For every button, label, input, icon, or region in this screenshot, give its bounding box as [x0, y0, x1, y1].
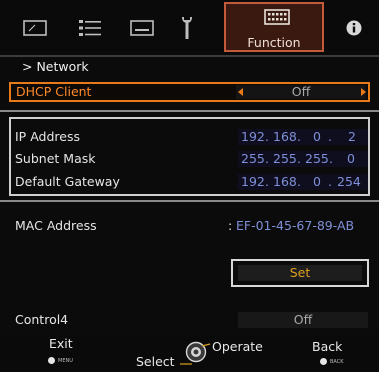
subnet-octet-4: 0: [347, 151, 355, 166]
gateway-octet-4: 254: [337, 174, 361, 189]
exit-label: Exit: [49, 336, 73, 351]
picture-icon: [23, 19, 47, 36]
dhcp-client-value-box[interactable]: Off: [236, 85, 366, 99]
screen-icon: [130, 19, 154, 36]
mac-address-colon: :: [228, 218, 233, 233]
ip-dot: .: [265, 174, 269, 189]
default-gateway-field[interactable]: 192 . 168 . 0 . 254: [238, 174, 368, 190]
tab-installation[interactable]: [162, 0, 212, 55]
breadcrumb: > Network: [0, 57, 379, 76]
set-button[interactable]: Set: [231, 259, 369, 287]
dial-knob-icon[interactable]: [178, 340, 212, 368]
gateway-octet-3: 0: [313, 174, 321, 189]
back-label: Back: [312, 339, 343, 354]
tab-info[interactable]: [334, 0, 374, 55]
ip-dot: .: [328, 129, 332, 144]
ip-octet-1: 192: [241, 129, 265, 144]
footer-bar: Exit MENU Select Operate Back BACK: [0, 334, 379, 372]
set-button-label: Set: [289, 265, 311, 280]
ip-dot: .: [265, 129, 269, 144]
ip-octet-3: 0: [313, 129, 321, 144]
default-gateway-label: Default Gateway: [15, 174, 120, 189]
info-icon: [346, 20, 362, 35]
tab-function[interactable]: Function: [224, 2, 324, 52]
dhcp-client-value: Off: [291, 84, 311, 99]
back-button-icon[interactable]: [320, 358, 327, 365]
subnet-octet-3: 255: [305, 151, 329, 166]
ip-dot: .: [297, 151, 301, 166]
ip-address-field[interactable]: 192 . 168 . 0 . 2: [238, 129, 368, 145]
tab-function-label: Function: [247, 35, 301, 50]
tab-picture[interactable]: [10, 0, 60, 55]
ip-dot: .: [297, 129, 301, 144]
subnet-mask-label: Subnet Mask: [15, 151, 96, 166]
menu-button-icon[interactable]: [48, 357, 55, 364]
tab-adjust[interactable]: [65, 0, 115, 55]
control4-value: Off: [293, 312, 313, 327]
control4-label: Control4: [15, 312, 69, 327]
control4-value-box[interactable]: Off: [238, 312, 368, 328]
divider: [0, 200, 379, 202]
subnet-mask-field[interactable]: 255 . 255 . 255 . 0: [238, 151, 368, 167]
installation-icon: [182, 16, 192, 39]
dhcp-client-label: DHCP Client: [16, 84, 92, 99]
ip-dot: .: [297, 174, 301, 189]
ip-dot: .: [329, 151, 333, 166]
dhcp-client-row[interactable]: DHCP Client Off: [9, 82, 370, 102]
operate-label: Operate: [212, 339, 263, 354]
tab-bar: Function: [0, 0, 379, 57]
arrow-right-icon[interactable]: [361, 88, 366, 96]
ip-dot: .: [328, 174, 332, 189]
mac-address-label: MAC Address: [15, 218, 97, 233]
ip-address-label: IP Address: [15, 129, 80, 144]
tab-screen[interactable]: [117, 0, 167, 55]
mac-address-value: EF-01-45-67-89-AB: [236, 218, 355, 233]
divider: [0, 110, 379, 112]
ip-octet-2: 168: [273, 129, 297, 144]
back-button-caption: BACK: [330, 359, 344, 365]
select-label: Select: [136, 354, 175, 369]
gateway-octet-2: 168: [273, 174, 297, 189]
adjust-icon: [79, 19, 101, 36]
ip-octet-4: 2: [348, 129, 356, 144]
subnet-octet-1: 255: [241, 151, 265, 166]
function-icon: [264, 9, 290, 25]
menu-button-caption: MENU: [58, 358, 73, 364]
gateway-octet-1: 192: [241, 174, 265, 189]
subnet-octet-2: 255: [273, 151, 297, 166]
ip-dot: .: [265, 151, 269, 166]
